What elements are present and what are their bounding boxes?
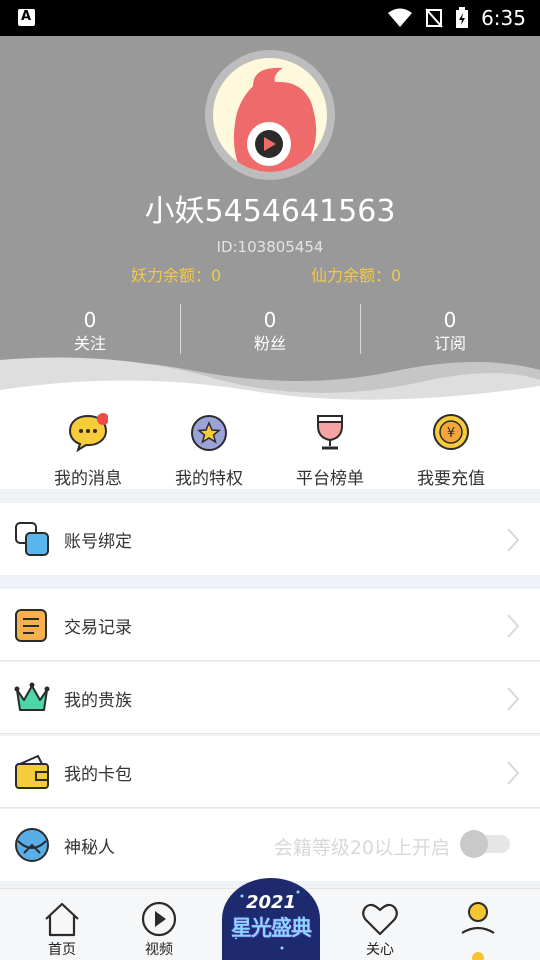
xian-balance-label: 仙力余额： bbox=[311, 266, 392, 285]
trophy-icon bbox=[317, 415, 343, 450]
chevron-right-icon bbox=[507, 528, 520, 552]
mascot-icon bbox=[233, 67, 317, 172]
toggle-knob bbox=[460, 830, 488, 858]
profile-header: 小妖5454641563 ID:103805454 妖力余额：0 仙力余额：0 … bbox=[0, 36, 540, 410]
yao-balance-value: 0 bbox=[211, 266, 222, 285]
user-profile-icon bbox=[461, 902, 495, 934]
nav-follow[interactable]: 关心 bbox=[340, 889, 420, 960]
status-bar: A 6:35 bbox=[0, 0, 540, 36]
chevron-right-icon bbox=[507, 614, 520, 638]
nobility-label: 我的贵族 bbox=[64, 691, 132, 711]
quick-actions: 我的消息 我的特权 平台榜单 ¥ 我要充值 bbox=[0, 404, 540, 489]
transaction-record-icon bbox=[15, 609, 47, 642]
starlight-gala-promo-button[interactable]: 2021 星光盛典 bbox=[222, 878, 320, 960]
card-wallet-row[interactable]: 我的卡包 bbox=[0, 736, 540, 808]
mystery-unlock-hint: 会籍等级20以上开启 bbox=[273, 837, 450, 859]
yao-balance: 妖力余额：0 bbox=[131, 262, 221, 286]
chevron-right-icon bbox=[507, 687, 520, 711]
heart-icon bbox=[362, 903, 398, 936]
row-divider bbox=[0, 660, 540, 661]
mystery-label: 神秘人 bbox=[64, 838, 115, 858]
account-binding-row[interactable]: 账号绑定 bbox=[0, 503, 540, 575]
mystery-row: 神秘人 会籍等级20以上开启 bbox=[0, 809, 540, 881]
transactions-label: 交易记录 bbox=[64, 618, 132, 638]
nav-me[interactable] bbox=[438, 889, 518, 960]
row-divider bbox=[0, 807, 540, 808]
app-notification-icon: A bbox=[18, 9, 35, 26]
card-wallet-label: 我的卡包 bbox=[64, 765, 132, 785]
platform-ranking-button[interactable]: 平台榜单 bbox=[270, 412, 390, 489]
yen-coin-icon: ¥ bbox=[433, 414, 469, 450]
header-waves bbox=[0, 357, 540, 410]
play-circle-icon bbox=[141, 901, 177, 937]
yao-balance-label: 妖力余额： bbox=[131, 266, 212, 285]
wifi-icon bbox=[388, 8, 413, 27]
chevron-right-icon bbox=[507, 761, 520, 785]
promo-title: 星光盛典 bbox=[231, 916, 312, 940]
home-icon bbox=[45, 902, 79, 937]
xian-balance-value: 0 bbox=[391, 266, 402, 285]
xian-balance: 仙力余额：0 bbox=[311, 262, 401, 286]
promo-year: 2021 bbox=[245, 892, 297, 913]
signal-off-icon bbox=[425, 8, 443, 28]
avatar[interactable] bbox=[213, 58, 327, 172]
svg-text:¥: ¥ bbox=[447, 426, 455, 441]
star-badge-icon bbox=[191, 415, 227, 451]
nav-video[interactable]: 视频 bbox=[119, 889, 199, 960]
recharge-button[interactable]: ¥ 我要充值 bbox=[391, 412, 511, 489]
transactions-row[interactable]: 交易记录 bbox=[0, 589, 540, 661]
nobility-row[interactable]: 我的贵族 bbox=[0, 662, 540, 734]
row-divider bbox=[0, 733, 540, 734]
mystery-toggle[interactable] bbox=[460, 830, 510, 858]
active-tab-indicator bbox=[472, 952, 484, 960]
mystery-mask-icon bbox=[15, 828, 49, 862]
account-binding-label: 账号绑定 bbox=[64, 532, 132, 552]
clock-time: 6:35 bbox=[481, 6, 526, 30]
my-messages-button[interactable]: 我的消息 bbox=[28, 412, 148, 489]
my-privileges-button[interactable]: 我的特权 bbox=[149, 412, 269, 489]
chat-bubble-icon bbox=[68, 413, 109, 453]
user-id: ID:103805454 bbox=[216, 238, 324, 256]
wallet-icon bbox=[15, 754, 49, 789]
crown-icon bbox=[14, 682, 50, 711]
username: 小妖5454641563 bbox=[144, 194, 396, 229]
battery-charging-icon bbox=[456, 7, 469, 28]
nav-home[interactable]: 首页 bbox=[22, 889, 102, 960]
link-accounts-icon bbox=[15, 522, 49, 556]
